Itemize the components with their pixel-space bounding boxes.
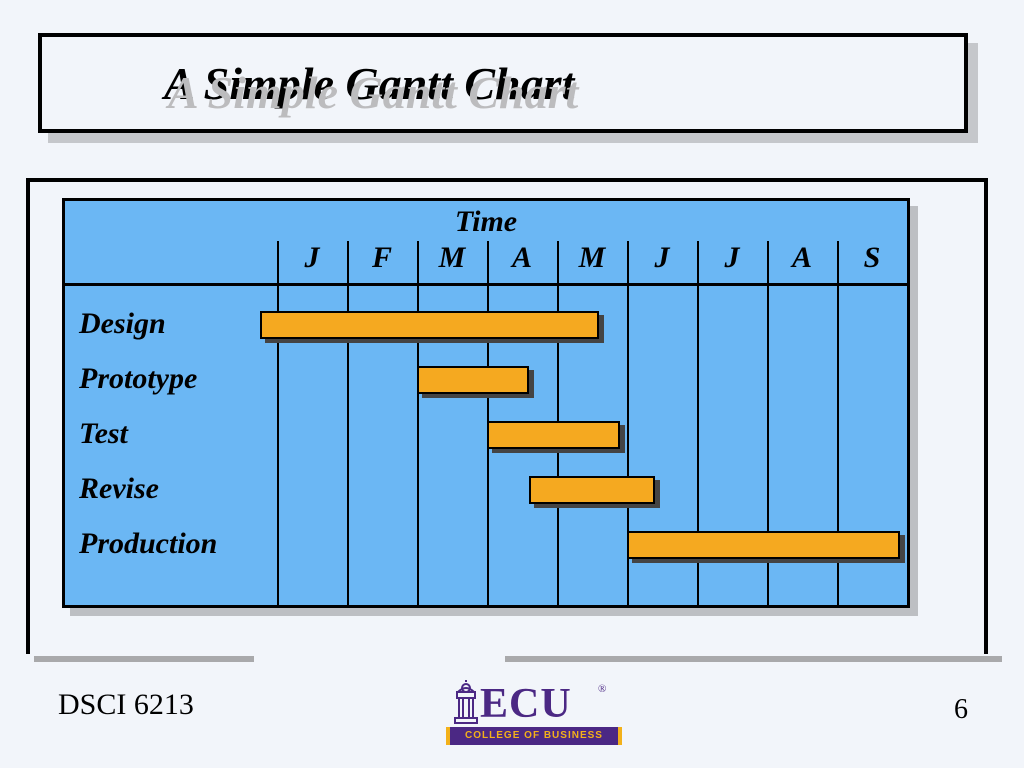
task-label: Prototype	[79, 362, 197, 396]
logo-band: COLLEGE OF BUSINESS	[446, 727, 622, 745]
gantt-chart: Time JFMAMJJAS DesignPrototypeTestRevise…	[62, 198, 962, 628]
gantt-bar	[529, 476, 655, 504]
cupola-icon	[452, 680, 480, 724]
month-label: J	[627, 241, 697, 275]
gantt-bar	[487, 421, 620, 449]
footer: DSCI 6213 6 ECU ® COLLEGE OF BUSINESS	[0, 678, 1024, 758]
ecu-logo: ECU ® COLLEGE OF BUSINESS	[432, 678, 620, 746]
title-box: A Simple Gantt Chart A Simple Gantt Char…	[38, 33, 980, 143]
gantt-box: Time JFMAMJJAS DesignPrototypeTestRevise…	[62, 198, 910, 608]
tasks-area: Design Prototype Test Revise Production	[65, 287, 907, 605]
title-text-shadow: A Simple Gantt Chart	[168, 66, 578, 119]
task-row: Prototype	[65, 356, 907, 411]
month-label: J	[697, 241, 767, 275]
title-frame: A Simple Gantt Chart A Simple Gantt Char…	[38, 33, 968, 133]
month-label: M	[417, 241, 487, 275]
month-label: S	[837, 241, 907, 275]
logo-registered: ®	[598, 683, 606, 695]
task-label: Design	[79, 307, 166, 341]
month-label: J	[277, 241, 347, 275]
task-row: Revise	[65, 466, 907, 521]
month-label: A	[487, 241, 557, 275]
task-label: Revise	[79, 472, 159, 506]
header-underline	[65, 283, 907, 286]
panel-shadow	[505, 656, 1002, 662]
gantt-bar	[260, 311, 600, 339]
course-code: DSCI 6213	[58, 688, 194, 722]
month-label: M	[557, 241, 627, 275]
task-row: Test	[65, 411, 907, 466]
task-label: Production	[79, 527, 217, 561]
month-label: A	[767, 241, 837, 275]
month-label: F	[347, 241, 417, 275]
task-row: Design	[65, 301, 907, 356]
gantt-bar	[417, 366, 529, 394]
slide-number: 6	[954, 694, 968, 726]
panel-shadow	[34, 656, 254, 662]
months-row: JFMAMJJAS	[65, 241, 907, 285]
task-row: Production	[65, 521, 907, 576]
gantt-bar	[627, 531, 900, 559]
logo-text: ECU	[480, 680, 572, 728]
axis-title: Time	[65, 205, 907, 239]
task-label: Test	[79, 417, 128, 451]
